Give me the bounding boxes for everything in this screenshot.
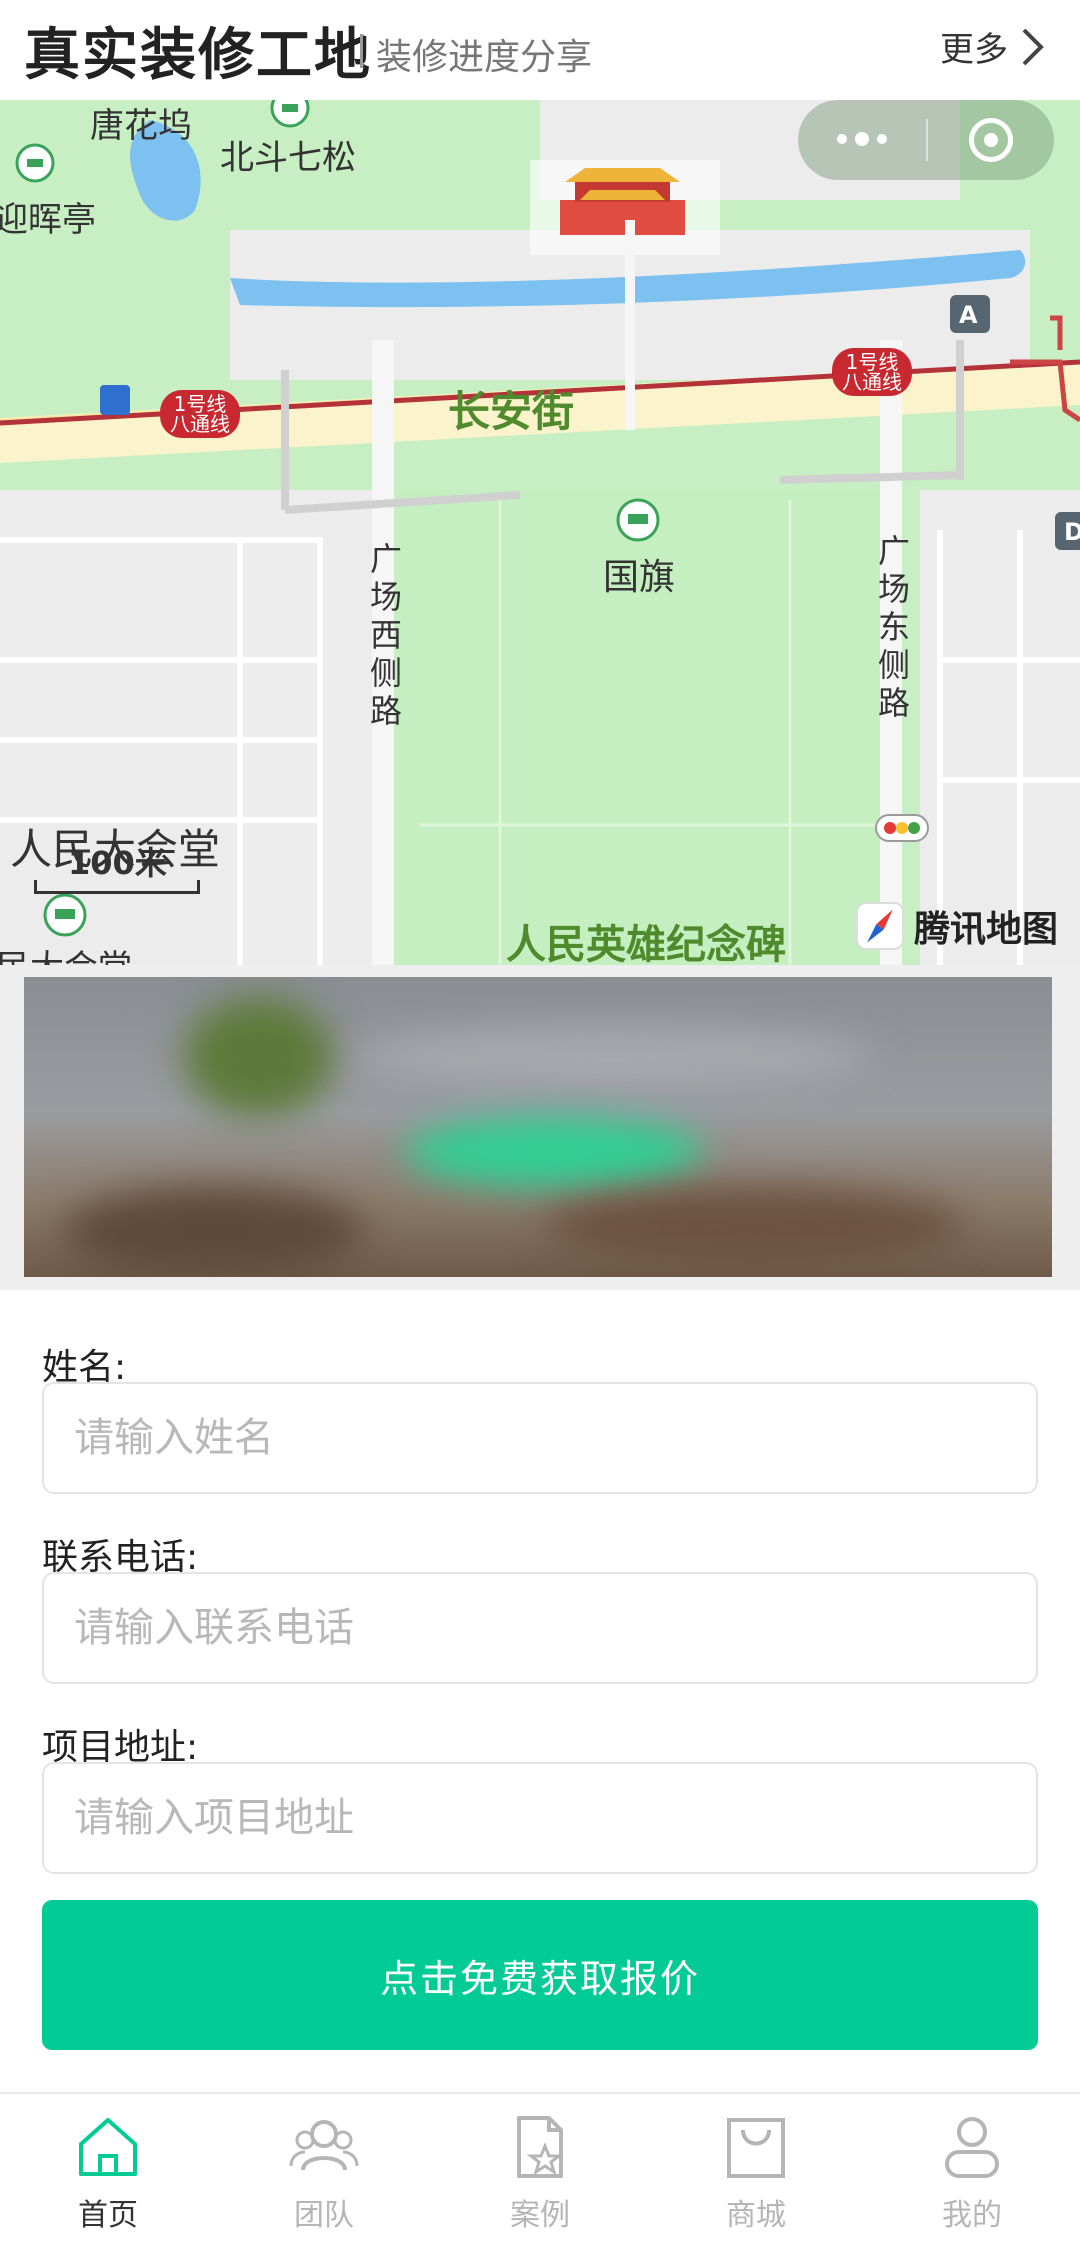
map-scale-bar [34,880,200,894]
metro-line-badge: 1号线 八通线 [160,390,240,438]
map-watermark-text: 腾讯地图 [913,909,1058,950]
tab-team[interactable]: 团队 [216,2094,432,2244]
get-quote-button[interactable]: 点击免费获取报价 [42,1900,1038,2050]
metro-exit-a: A [959,301,978,329]
address-input[interactable] [42,1762,1038,1874]
tab-profile[interactable]: 我的 [864,2094,1080,2244]
map-label-beidou: 北斗七松 [220,138,356,178]
chevron-right-icon [1022,28,1044,65]
map-view[interactable]: 唐花坞 北斗七松 迎晖亭 长安街 国旗 广场西侧路 广场东侧路 人民大会堂 10… [0,100,1080,965]
map-label-west-road: 广场西侧路 [370,540,403,730]
tab-label: 团队 [294,2198,354,2233]
map-label-monument: 人民英雄纪念碑 [506,922,786,965]
banner-area [0,965,1080,1290]
compass-icon [855,902,904,950]
tab-home[interactable]: 首页 [0,2094,216,2244]
tab-label: 商城 [726,2198,786,2233]
bottom-tab-bar: 首页 团队 案例 商城 我的 [0,2092,1080,2244]
miniprogram-capsule[interactable] [798,100,1054,180]
more-dots-icon[interactable] [798,132,926,146]
home-icon [79,2118,137,2176]
close-target-icon[interactable] [928,118,1054,162]
shop-icon [727,2118,785,2178]
metro-badge-line2: 八通线 [170,412,230,436]
tab-cases[interactable]: 案例 [432,2094,648,2244]
map-watermark: 腾讯地图 [855,900,1058,952]
title-divider [360,34,363,68]
metro-badge-line2: 八通线 [842,370,902,394]
metro-line-badge: 1号线 八通线 [832,348,912,396]
metro-badge-line1: 1号线 [845,350,899,374]
case-icon [517,2116,564,2178]
team-icon [289,2120,359,2171]
tab-label: 我的 [942,2198,1002,2233]
page-subtitle: 装修进度分享 [376,37,593,78]
phone-input[interactable] [42,1572,1038,1684]
metro-exit-d: D [1064,518,1080,546]
name-input[interactable] [42,1382,1038,1494]
metro-badge-line1: 1号线 [173,392,227,416]
tab-label: 首页 [78,2198,138,2233]
map-label-guoqi: 国旗 [603,557,676,598]
map-label-east-road: 广场东侧路 [878,532,911,722]
page-header: 真实装修工地 装修进度分享 更多 [0,0,1080,100]
tab-label: 案例 [510,2198,570,2233]
profile-icon [945,2117,999,2178]
tab-shop[interactable]: 商城 [648,2094,864,2244]
map-label-yinghuiting: 迎晖亭 [0,200,96,240]
map-scale-label: 100米 [68,844,167,882]
page-title: 真实装修工地 [24,23,372,88]
more-link[interactable]: 更多 [940,22,1046,71]
more-label: 更多 [940,30,1008,70]
map-label-tanghuawu: 唐花坞 [90,106,192,146]
promo-banner-image[interactable] [24,977,1052,1277]
map-label-changanjie: 长安街 [448,387,575,436]
map-label-great-hall-partial: 民大会堂 [0,940,132,965]
